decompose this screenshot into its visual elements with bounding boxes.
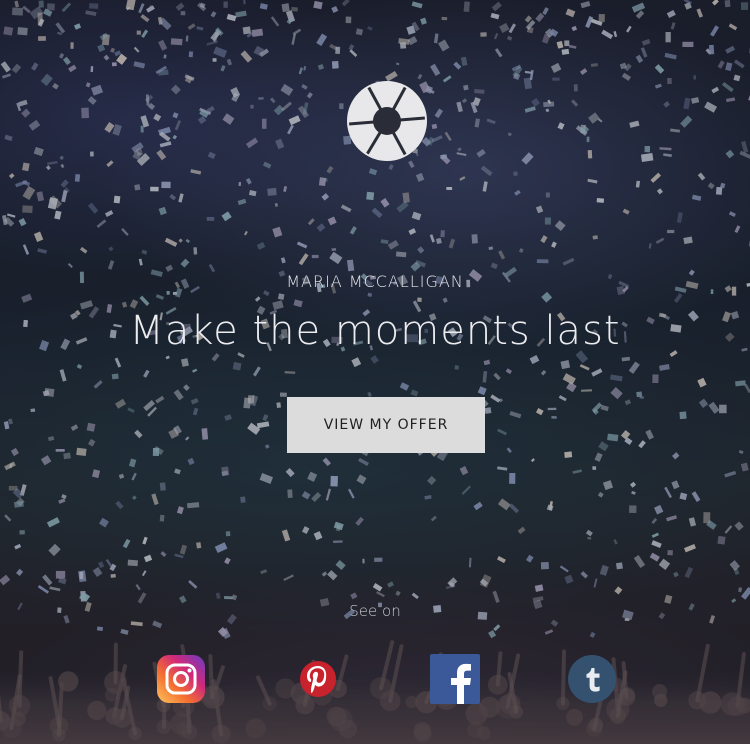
camera-shutter-icon (346, 80, 428, 162)
photographer-name: MARIA MCCALLIGAN (286, 272, 464, 291)
page-title: Make the moments last (129, 308, 621, 354)
instagram-icon (157, 655, 205, 703)
facebook-icon (430, 654, 480, 704)
hero-section: MARIA MCCALLIGAN Make the moments last V… (0, 0, 750, 744)
facebook-link[interactable] (430, 654, 480, 704)
tumblr-icon (568, 655, 616, 703)
view-offer-button[interactable]: VIEW MY OFFER (287, 397, 485, 453)
tumblr-link[interactable] (567, 654, 617, 704)
pinterest-link[interactable] (293, 654, 343, 704)
pinterest-icon (300, 661, 336, 697)
see-on-label: See on (349, 602, 401, 620)
instagram-link[interactable] (156, 654, 206, 704)
